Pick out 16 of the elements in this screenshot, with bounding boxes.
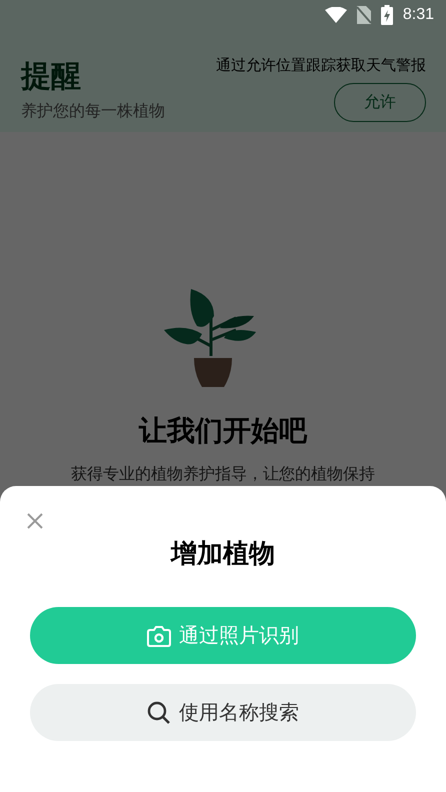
page-subtitle: 养护您的每一株植物 [21, 101, 165, 122]
empty-state-heading: 让我们开始吧 [139, 413, 307, 449]
close-icon[interactable] [27, 513, 43, 529]
allow-button[interactable]: 允许 [334, 83, 426, 122]
search-icon [147, 700, 171, 724]
empty-state-description: 获得专业的植物养护指导，让您的植物保持 [71, 464, 375, 485]
camera-icon [147, 624, 171, 646]
weather-alert-prompt: 通过允许位置跟踪获取天气警报 [216, 56, 426, 75]
page-title: 提醒 [21, 58, 82, 96]
identify-by-photo-button[interactable]: 通过照片识别 [30, 607, 416, 664]
status-time: 8:31 [402, 6, 434, 24]
search-by-name-button[interactable]: 使用名称搜索 [30, 684, 416, 741]
battery-charging-icon [380, 5, 393, 25]
no-sim-icon [356, 6, 371, 24]
wifi-icon [324, 7, 347, 23]
sheet-title: 增加植物 [171, 538, 275, 571]
